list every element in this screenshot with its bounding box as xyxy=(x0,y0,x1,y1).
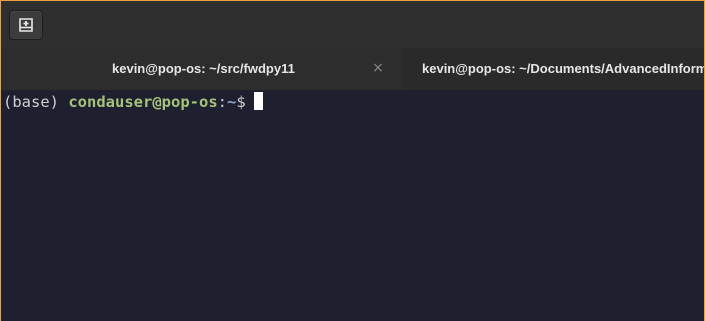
close-icon[interactable]: × xyxy=(371,60,385,76)
tab-label: kevin@pop-os: ~/Documents/AdvancedInform xyxy=(422,61,704,76)
new-tab-button[interactable] xyxy=(9,10,43,40)
prompt-line: (base) condauser@pop-os:~$ xyxy=(3,91,263,113)
terminal-window: kevin@pop-os: ~/src/fwdpy11 × kevin@pop-… xyxy=(1,1,704,321)
tab-advanced-information[interactable]: kevin@pop-os: ~/Documents/AdvancedInform xyxy=(403,48,704,90)
tab-fwdpy11[interactable]: kevin@pop-os: ~/src/fwdpy11 × xyxy=(1,48,403,90)
text-cursor xyxy=(253,92,263,110)
tab-bar: kevin@pop-os: ~/src/fwdpy11 × kevin@pop-… xyxy=(1,48,704,90)
title-bar xyxy=(1,1,704,48)
user-host: condauser@pop-os xyxy=(68,93,218,111)
terminal-area[interactable]: (base) condauser@pop-os:~$ xyxy=(1,90,704,321)
tab-label: kevin@pop-os: ~/src/fwdpy11 xyxy=(112,61,295,76)
conda-env: (base) xyxy=(3,93,59,111)
current-directory: ~ xyxy=(227,93,237,111)
prompt-separator: : xyxy=(217,93,227,111)
prompt-symbol: $ xyxy=(236,93,246,111)
new-tab-icon xyxy=(19,18,33,32)
